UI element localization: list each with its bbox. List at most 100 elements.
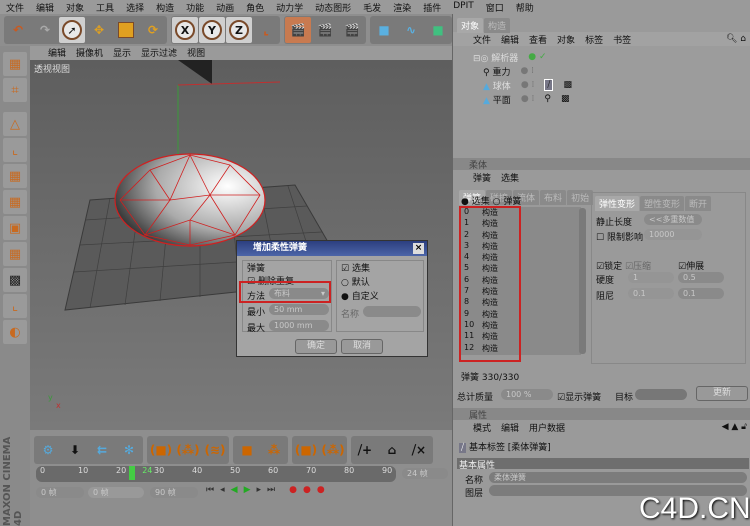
menu-functions[interactable]: 功能 — [180, 0, 210, 14]
edge-mode-icon[interactable]: ⌞ — [3, 138, 27, 162]
softbody-tag-icon[interactable]: ⧸ — [544, 79, 554, 91]
max-field[interactable]: 1000 mm — [269, 320, 329, 331]
om-menu-file[interactable]: 文件 — [473, 33, 491, 46]
om-menu-edit[interactable]: 编辑 — [501, 33, 519, 46]
min-field[interactable]: 50 mm — [269, 304, 329, 315]
tab-plastic[interactable]: 塑性变形 — [640, 196, 685, 211]
vp-menu-camera[interactable]: 摄像机 — [76, 46, 103, 60]
default-radio[interactable]: ○ 默认 — [341, 275, 370, 288]
wind-icon[interactable]: ⇇ — [89, 437, 115, 463]
particles-icon[interactable]: ✻ — [116, 437, 142, 463]
ok-button[interactable]: 确定 — [295, 339, 337, 354]
spring-edit-icon[interactable]: ⌂ — [379, 437, 405, 463]
name-field[interactable]: 柔体弹簧 — [489, 472, 747, 483]
close-icon[interactable]: × — [413, 243, 424, 254]
uv-icon[interactable]: ▣ — [3, 216, 27, 240]
undo-icon[interactable]: ↶ — [5, 17, 31, 43]
tab-structure[interactable]: 构造 — [484, 18, 511, 33]
tree-item-gravity[interactable]: ⚲ 重力 ● ⁞ — [453, 64, 750, 78]
vp-menu-view[interactable]: 视图 — [187, 46, 205, 60]
tab-break[interactable]: 断开 — [685, 196, 712, 211]
polygon-mode-icon[interactable]: ▦ — [3, 164, 27, 188]
render-view-icon[interactable]: 🎬 — [285, 17, 311, 43]
tab-cloth[interactable]: 布料 — [540, 190, 567, 205]
selection-checkbox[interactable]: ☑ 选集 — [341, 261, 370, 274]
auto-key-icon[interactable]: (■) — [293, 437, 319, 463]
prev-frame-icon[interactable]: ◂ — [220, 485, 225, 495]
x-axis-icon[interactable]: X — [172, 17, 198, 43]
rest-length-field[interactable]: <<多重数值 — [644, 214, 702, 225]
record-all-icon[interactable]: ⁂ — [261, 437, 287, 463]
damping-field-2[interactable]: 0.1 — [678, 288, 724, 299]
next-frame-icon[interactable]: ▸ — [256, 485, 261, 495]
sb-menu-selection[interactable]: 选集 — [501, 171, 519, 184]
keyframe-pla-icon[interactable]: (≋) — [202, 437, 228, 463]
record-icon[interactable]: ■ — [234, 437, 260, 463]
select-tool-icon[interactable]: ➚ — [59, 17, 85, 43]
menu-help[interactable]: 帮助 — [510, 0, 540, 14]
custom-radio[interactable]: ● 自定义 — [341, 289, 379, 302]
show-springs-checkbox[interactable]: ☑显示弹簧 — [557, 390, 601, 403]
snap-icon[interactable]: ▦ — [3, 242, 27, 266]
om-menu-bookmarks[interactable]: 书签 — [613, 33, 631, 46]
total-mass-field[interactable]: 100 % — [501, 389, 553, 400]
render-picture-icon[interactable]: 🎬 — [312, 17, 338, 43]
texture-mode-icon[interactable]: ⌗ — [3, 78, 27, 102]
fps-field[interactable]: 24 帧 — [402, 468, 448, 479]
vp-menu-edit[interactable]: 编辑 — [48, 46, 66, 60]
hardness-field-2[interactable]: 0.5 — [678, 272, 724, 283]
menu-dpit[interactable]: DPIT — [447, 0, 480, 14]
start-frame-field[interactable]: 0 帧 — [36, 487, 84, 498]
drop-icon[interactable]: ⬇ — [62, 437, 88, 463]
checker-icon[interactable]: ▩ — [3, 268, 27, 292]
sb-menu-spring[interactable]: 弹簧 — [473, 171, 491, 184]
menu-structure[interactable]: 构造 — [150, 0, 180, 14]
remove-spring-icon[interactable]: ⧸× — [406, 437, 432, 463]
menu-render[interactable]: 渲染 — [387, 0, 417, 14]
name-field[interactable] — [363, 306, 421, 317]
redo-icon[interactable]: ↷ — [32, 17, 58, 43]
goto-start-icon[interactable]: ⏮ — [206, 485, 214, 495]
menu-edit[interactable]: 编辑 — [30, 0, 60, 14]
cube-icon[interactable]: ■ — [371, 17, 397, 43]
vp-menu-display[interactable]: 显示 — [113, 46, 131, 60]
stretch-checkbox[interactable]: ☑伸展 — [678, 259, 704, 272]
list-scrollbar[interactable] — [579, 208, 586, 354]
target-field[interactable] — [635, 389, 687, 400]
point-mode-icon[interactable]: △ — [3, 112, 27, 136]
dynamics-settings-icon[interactable]: ⚙ — [35, 437, 61, 463]
menu-file[interactable]: 文件 — [0, 0, 30, 14]
goto-end-icon[interactable]: ⏭ — [267, 485, 275, 495]
damping-field-1[interactable]: 0.1 — [628, 288, 674, 299]
om-menu-view[interactable]: 查看 — [529, 33, 547, 46]
grid-icon[interactable]: ▦ — [3, 190, 27, 214]
auto-key-all-icon[interactable]: (⁂) — [320, 437, 346, 463]
limit-checkbox[interactable]: ☐ 限制影响 — [596, 230, 643, 243]
hardness-field-1[interactable]: 1 — [628, 272, 674, 283]
menu-hair[interactable]: 毛发 — [357, 0, 387, 14]
tab-initial[interactable]: 初始 — [567, 190, 594, 205]
limit-field[interactable]: 10000 — [644, 229, 702, 240]
attr-menu-mode[interactable]: 模式 — [473, 421, 491, 434]
move-tool-icon[interactable]: ✥ — [86, 17, 112, 43]
menu-mograph[interactable]: 动态图形 — [309, 0, 357, 14]
tab-elastic[interactable]: 弹性变形 — [595, 196, 640, 211]
attr-menu-edit[interactable]: 编辑 — [501, 421, 519, 434]
model-mode-icon[interactable]: ▦ — [3, 52, 27, 76]
nav-arrows-icon[interactable]: ◀ ▲ 🔓︎ — [722, 422, 747, 432]
tree-item-emitter[interactable]: ⊟◎ 解析器 ● ✓ — [453, 50, 750, 64]
rotate-tool-icon[interactable]: ⟳ — [140, 17, 166, 43]
autokey-icon[interactable]: ● — [303, 485, 311, 495]
coordinate-system-icon[interactable]: ⌞ — [253, 17, 279, 43]
menu-plugins[interactable]: 插件 — [417, 0, 447, 14]
record-key-icon[interactable]: ● — [289, 485, 297, 495]
menu-window[interactable]: 窗口 — [480, 0, 510, 14]
keyframe-icon[interactable]: (■) — [148, 437, 174, 463]
om-menu-objects[interactable]: 对象 — [557, 33, 575, 46]
keyframe-all-icon[interactable]: (⁂) — [175, 437, 201, 463]
menu-select[interactable]: 选择 — [120, 0, 150, 14]
timeline-ruler[interactable]: 0 10 20 30 40 50 60 70 80 90 24 — [36, 466, 396, 482]
menu-animation[interactable]: 动画 — [210, 0, 240, 14]
z-axis-icon[interactable]: Z — [226, 17, 252, 43]
spline-icon[interactable]: ∿ — [398, 17, 424, 43]
